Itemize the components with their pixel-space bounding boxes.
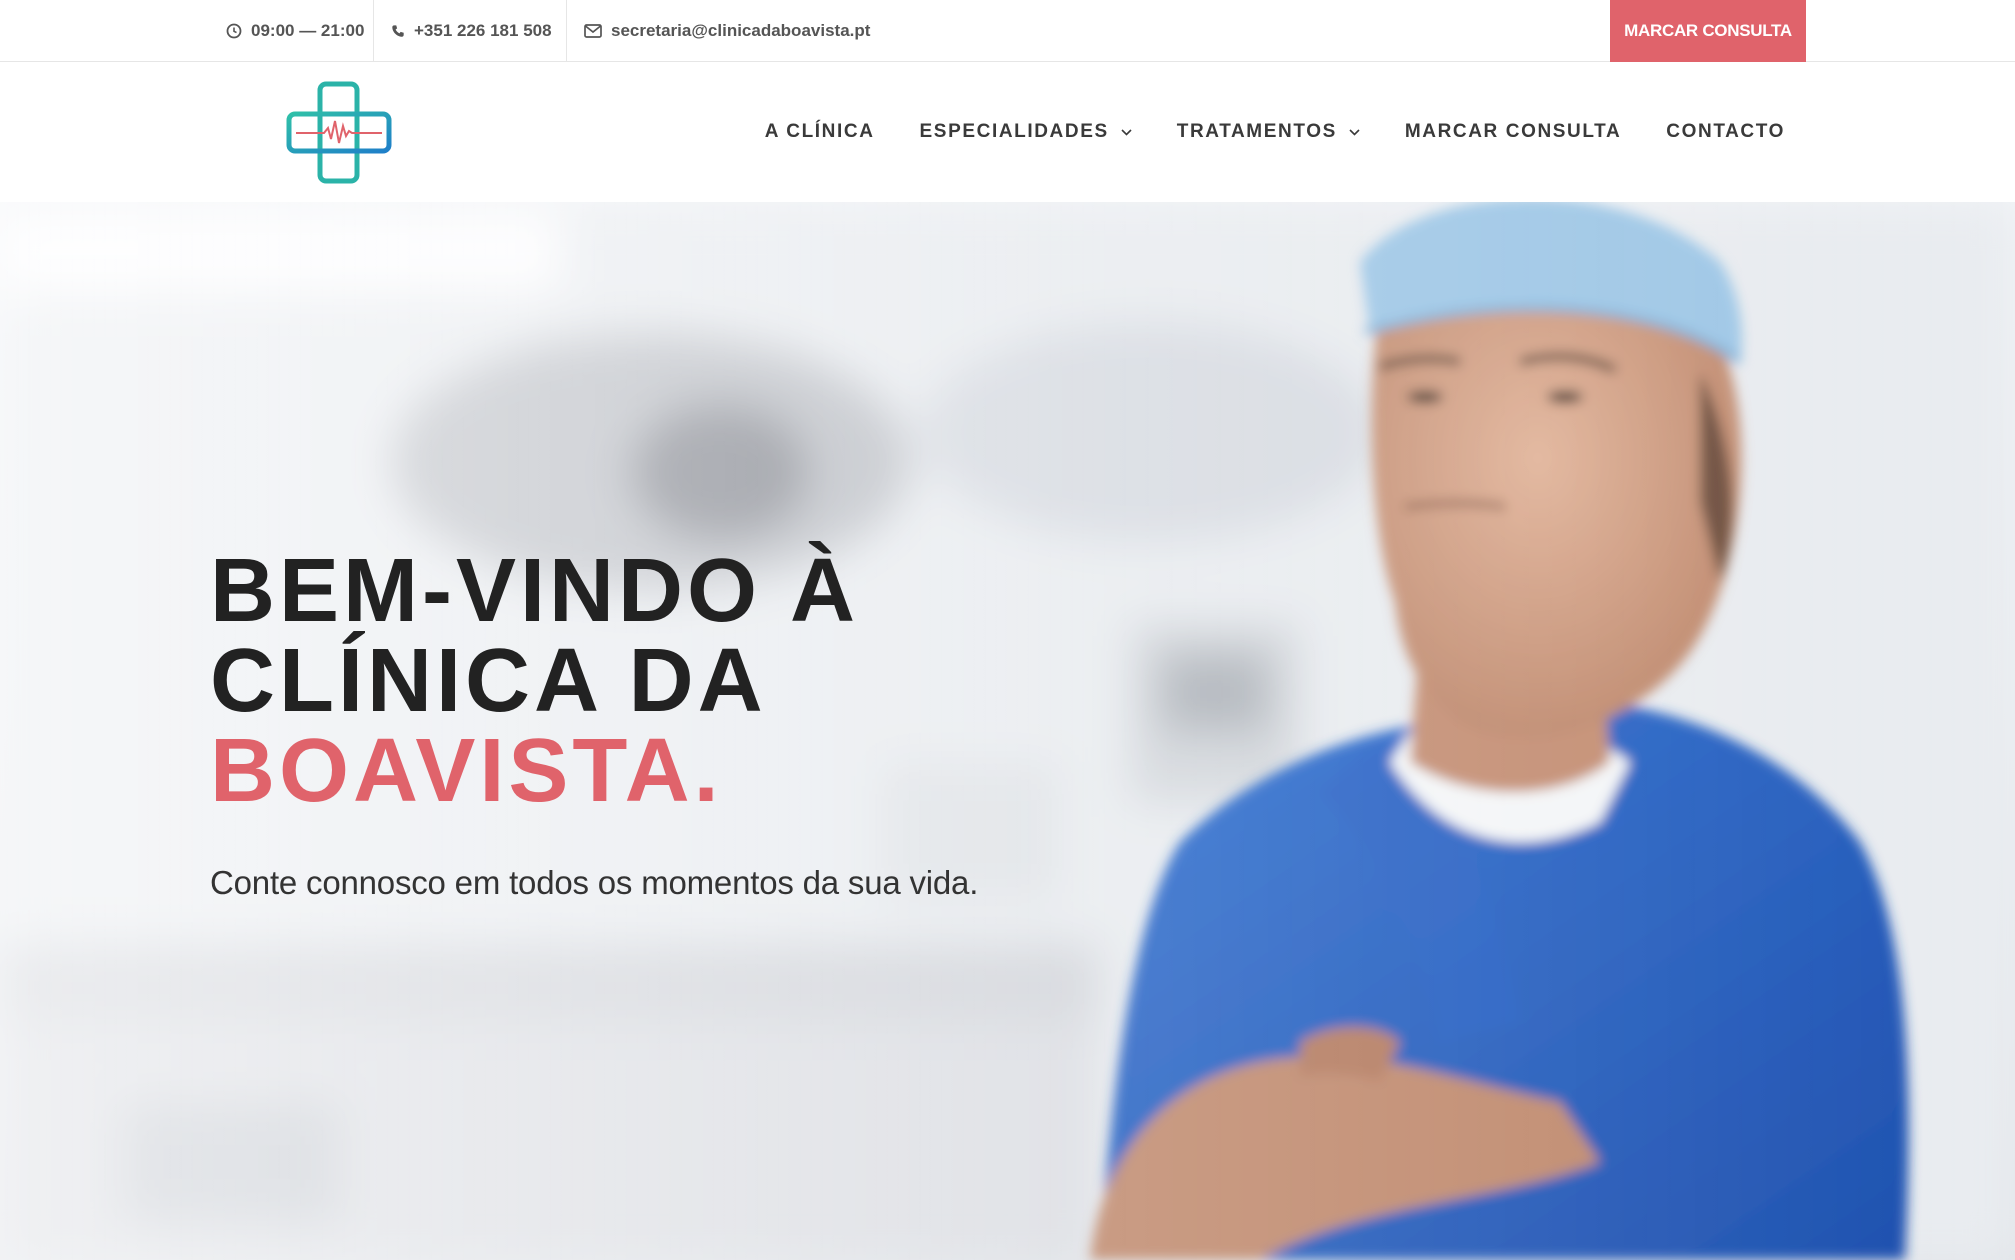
site-header: A CLÍNICA ESPECIALIDADES TRATAMENTOS MAR…	[0, 62, 2015, 202]
main-navigation: A CLÍNICA ESPECIALIDADES TRATAMENTOS MAR…	[765, 62, 1785, 202]
hero-text-block: BEM-VINDO À CLÍNICA DA BOAVISTA. Conte c…	[210, 546, 978, 902]
hero-title: BEM-VINDO À CLÍNICA DA BOAVISTA.	[210, 546, 978, 816]
phone-number: +351 226 181 508	[414, 21, 552, 40]
email-address: secretaria@clinicadaboavista.pt	[611, 21, 871, 40]
clock-icon	[226, 23, 242, 39]
hero-title-line-2: CLÍNICA DA	[210, 631, 767, 731]
nav-item-label: A CLÍNICA	[764, 121, 875, 142]
nav-item-label: TRATAMENTOS	[1176, 121, 1337, 142]
chevron-down-icon	[1121, 128, 1132, 136]
nav-item-label: CONTACTO	[1666, 121, 1785, 142]
hero-subtitle: Conte connosco em todos os momentos da s…	[210, 864, 979, 901]
nav-item-especialidades[interactable]: ESPECIALIDADES	[920, 121, 1132, 143]
book-appointment-button[interactable]: MARCAR CONSULTA	[1610, 0, 1806, 62]
hero-section: BEM-VINDO À CLÍNICA DA BOAVISTA. Conte c…	[0, 202, 2015, 1260]
phone-icon	[392, 25, 404, 37]
hero-title-line-1: BEM-VINDO À	[210, 541, 859, 641]
email-link[interactable]: secretaria@clinicadaboavista.pt	[566, 0, 888, 62]
nav-item-a-clinica[interactable]: A CLÍNICA	[765, 121, 875, 143]
nav-item-tratamentos[interactable]: TRATAMENTOS	[1177, 121, 1360, 143]
nav-item-label: MARCAR CONSULTA	[1404, 121, 1622, 142]
chevron-down-icon	[1349, 128, 1360, 136]
top-info-bar: 09:00 — 21:00 +351 226 181 508 secretari…	[0, 0, 2015, 62]
hero-title-accent: BOAVISTA.	[210, 721, 723, 821]
nav-item-label: ESPECIALIDADES	[919, 121, 1109, 142]
opening-hours-text: 09:00 — 21:00	[251, 21, 365, 40]
medical-cross-logo[interactable]	[286, 81, 392, 184]
nav-item-marcar-consulta[interactable]: MARCAR CONSULTA	[1405, 121, 1621, 143]
phone-link[interactable]: +351 226 181 508	[373, 0, 570, 62]
opening-hours: 09:00 — 21:00	[208, 0, 382, 62]
mail-icon	[584, 24, 602, 38]
nav-item-contacto[interactable]: CONTACTO	[1666, 121, 1785, 143]
